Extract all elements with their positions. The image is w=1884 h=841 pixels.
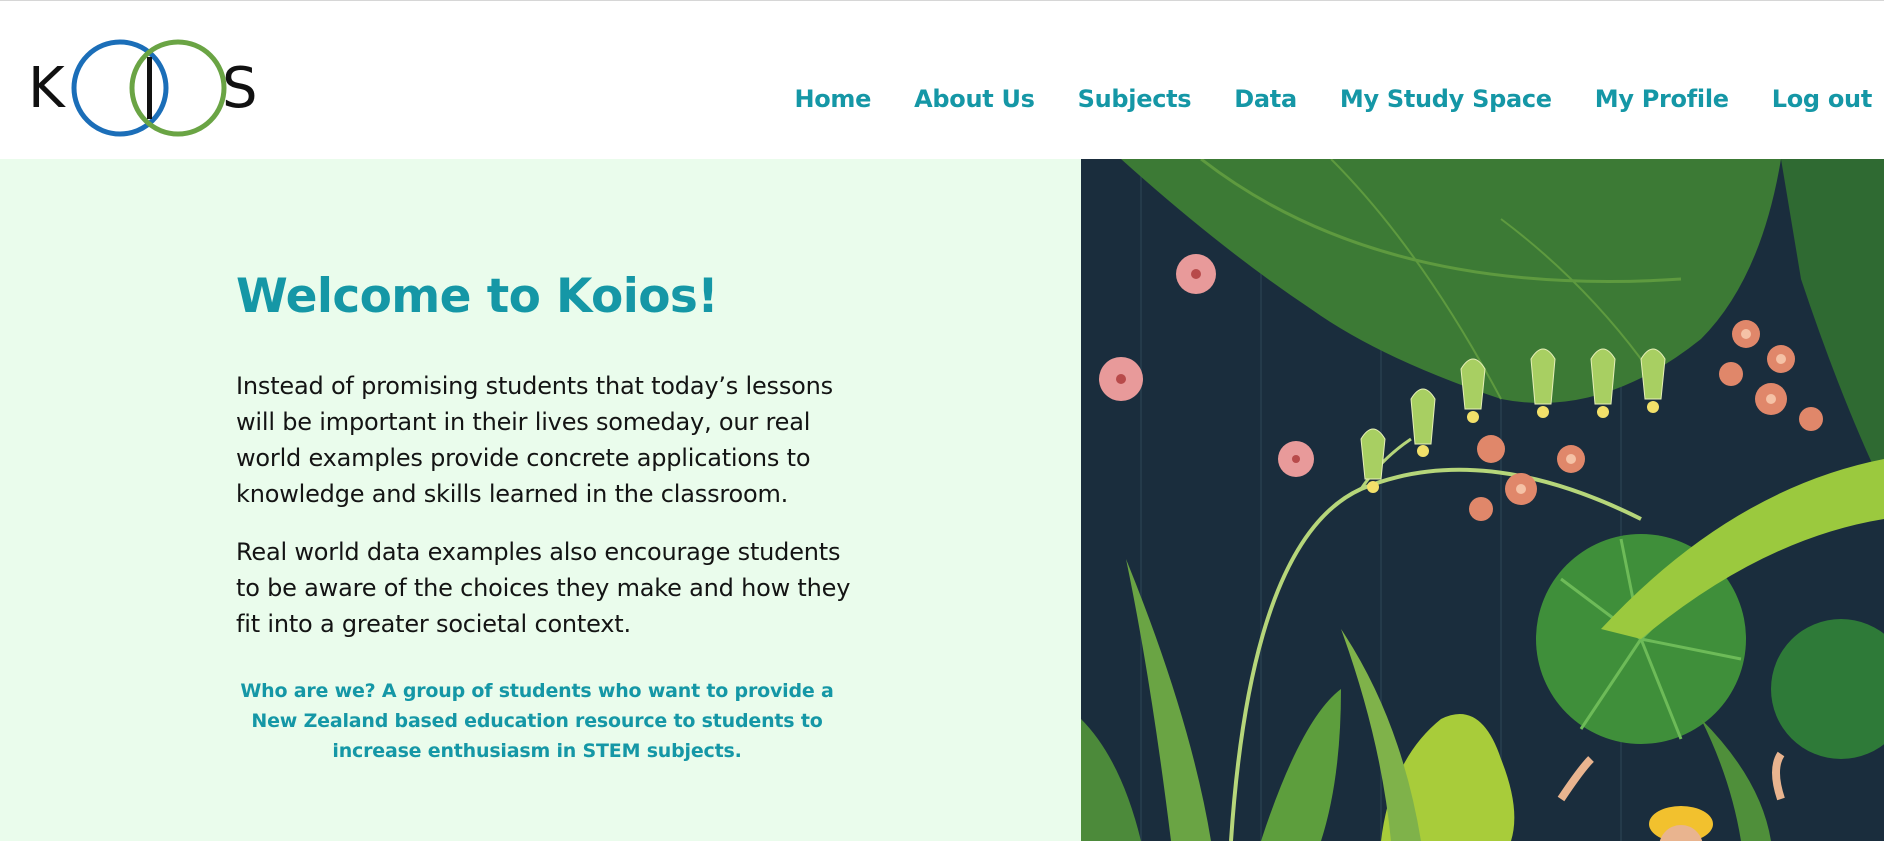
nav-about-us[interactable]: About Us [914, 85, 1035, 113]
nav-subjects[interactable]: Subjects [1078, 85, 1192, 113]
main-nav: Home About Us Subjects Data My Study Spa… [794, 85, 1872, 113]
intro-paragraph: Instead of promising students that today… [236, 372, 833, 508]
site-header: K S Home About Us Subjects Data My Study… [0, 1, 1884, 159]
nav-data[interactable]: Data [1234, 85, 1297, 113]
hero-text-panel: Welcome to Koios! Instead of promising s… [0, 159, 1081, 841]
nav-log-out[interactable]: Log out [1772, 85, 1873, 113]
data-paragraph: Real world data examples also encourage … [236, 538, 851, 638]
kois-logo[interactable]: K S [28, 35, 268, 141]
nav-my-study-space[interactable]: My Study Space [1340, 85, 1552, 113]
hero-illustration [1081, 159, 1884, 841]
who-we-are-text: Who are we? A group of students who want… [240, 680, 834, 762]
nav-home[interactable]: Home [794, 85, 871, 113]
botanical-illustration-icon [1081, 159, 1884, 841]
nav-my-profile[interactable]: My Profile [1595, 85, 1729, 113]
page-title: Welcome to Koios! [236, 269, 719, 324]
svg-text:S: S [222, 56, 258, 121]
svg-text:K: K [28, 56, 66, 121]
